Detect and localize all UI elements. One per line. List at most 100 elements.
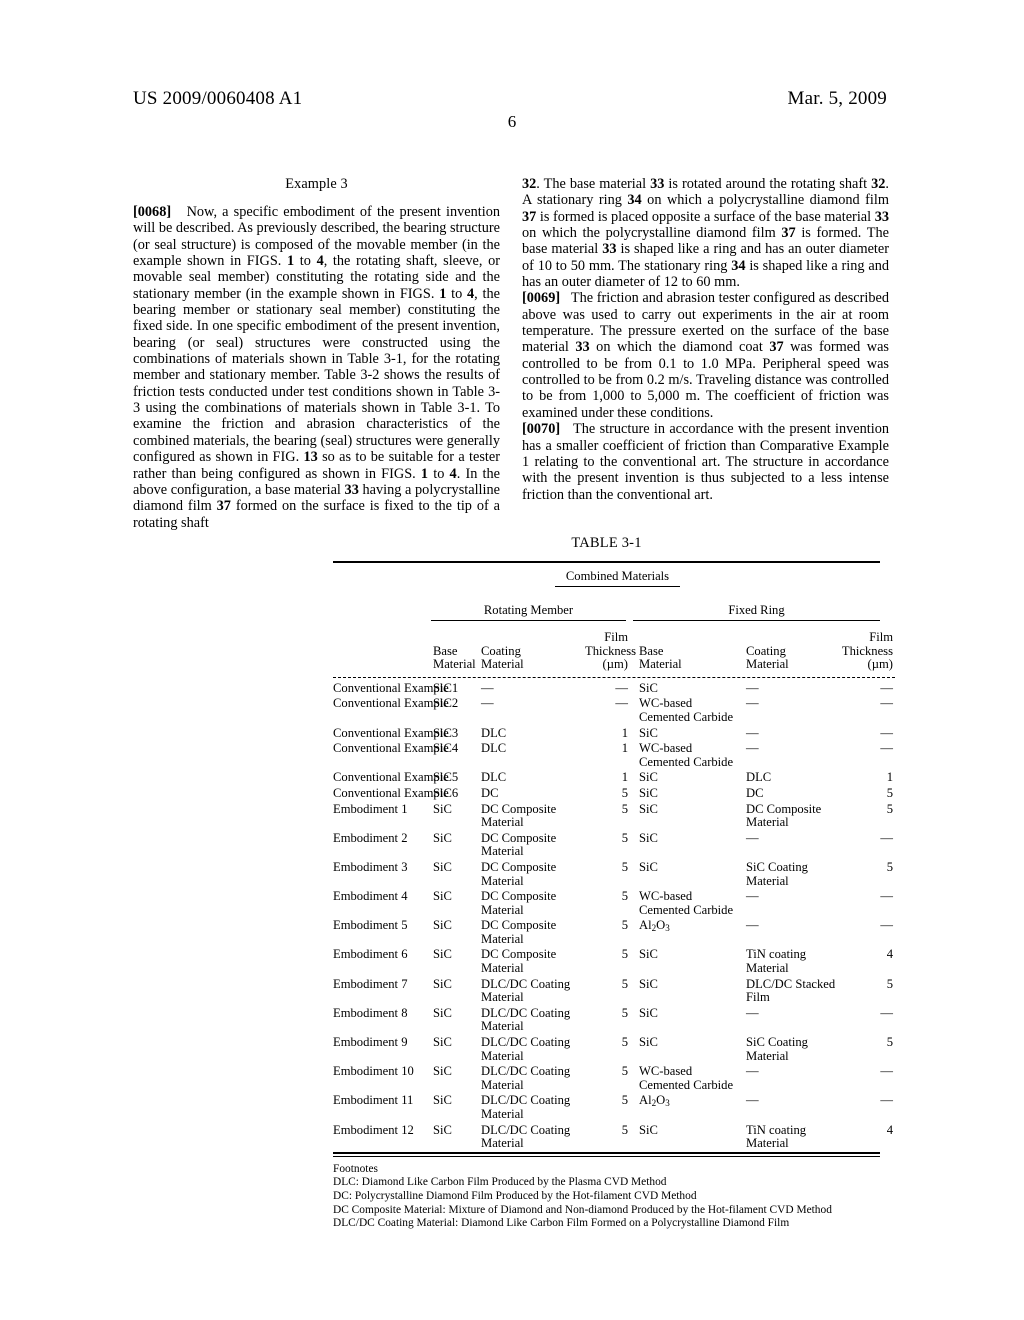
cell-film-thickness-fixed: 4 xyxy=(886,1122,893,1137)
cell-film-thickness-rotating: — xyxy=(615,696,628,711)
footnote-item: DC Composite Material: Mixture of Diamon… xyxy=(333,1203,832,1216)
table-row: Embodiment 7 SiC DLC/DC Coating Material 5 S… xyxy=(333,977,895,1006)
cell-base-material-fixed: SiC xyxy=(639,1035,658,1050)
cell-base-material-fixed: SiC xyxy=(639,801,658,816)
cell-film-thickness-fixed: — xyxy=(880,725,893,740)
table-bottom-rule xyxy=(333,1151,880,1157)
cell-base-material-fixed: SiC xyxy=(639,1005,658,1020)
cell-base-material-fixed: SiC xyxy=(639,859,658,874)
table-row: Embodiment 8 SiC DLC/DC Coating Material 5 S… xyxy=(333,1006,895,1035)
cell-coating-material-rotating: DC Composite Material xyxy=(481,830,557,859)
table-row: Embodiment 11 SiC DLC/DC Coating Material 5… xyxy=(333,1093,895,1122)
cell-base-material-fixed: SiC xyxy=(639,725,658,740)
column-header-base-material-fixed: Base Material xyxy=(637,631,746,676)
cell-coating-material-fixed: — xyxy=(746,830,759,845)
paragraph-text: The friction and abrasion tester configu… xyxy=(522,290,889,421)
cell-coating-material-rotating: DC Composite Material xyxy=(481,947,557,976)
table-row: Conventional Example 4 SiC DLC 1 WC-based Ce… xyxy=(333,741,895,770)
cell-base-material-rotating: SiC xyxy=(433,1005,452,1020)
cell-film-thickness-rotating: 5 xyxy=(621,785,628,800)
column-header-film-thickness-fixed: Film Thickness (µm) xyxy=(841,630,895,676)
publication-date: Mar. 5, 2009 xyxy=(787,88,887,109)
cell-coating-material-rotating: DLC/DC Coating Material xyxy=(481,1035,571,1063)
cell-film-thickness-fixed: — xyxy=(880,1005,893,1020)
cell-base-material-rotating: SiC xyxy=(433,1122,452,1137)
table-row: Conventional Example 3 SiC DLC 1 SiC — — xyxy=(333,726,895,742)
table-footnotes: Footnotes DLC: Diamond Like Carbon Film … xyxy=(333,1163,880,1231)
cell-film-thickness-rotating: 5 xyxy=(621,1064,628,1079)
cell-film-thickness-rotating: 5 xyxy=(621,859,628,874)
cell-film-thickness-rotating: 5 xyxy=(621,947,628,962)
column-header-film-thickness-rotating: Film Thickness (µm) xyxy=(585,630,637,676)
cell-coating-material-fixed: DC xyxy=(746,785,764,800)
cell-coating-material-fixed: TiN coating Material xyxy=(746,947,807,976)
row-label: Embodiment 3 xyxy=(333,859,408,874)
header-line1: Film xyxy=(604,630,628,644)
row-label: Embodiment 12 xyxy=(333,1122,414,1137)
table-caption: TABLE 3-1 xyxy=(571,535,642,551)
cell-film-thickness-rotating: 5 xyxy=(621,889,628,904)
cell-film-thickness-rotating: 1 xyxy=(621,770,628,785)
table-row: Embodiment 5 SiC DC Composite Material 5 Al2… xyxy=(333,918,895,947)
cell-base-material-fixed: WC-based Cemented Carbide xyxy=(639,889,734,917)
cell-coating-material-rotating: DLC/DC Coating Material xyxy=(481,1122,571,1151)
publication-number: US 2009/0060408 A1 xyxy=(133,88,303,109)
cell-coating-material-fixed: — xyxy=(746,1093,759,1108)
cell-coating-material-fixed: DLC xyxy=(746,770,772,785)
cell-base-material-fixed: SiC xyxy=(639,830,658,845)
paragraph-number: [0069] xyxy=(522,290,561,307)
row-label: Embodiment 7 xyxy=(333,976,408,991)
group-label-fixed-ring: Fixed Ring xyxy=(633,603,880,621)
cell-coating-material-fixed: — xyxy=(746,725,759,740)
header-line1: Film xyxy=(869,630,893,644)
group-header-top: Combined Materials xyxy=(333,563,880,597)
page-running-head: US 2009/0060408 A1 Mar. 5, 2009 xyxy=(133,88,887,110)
row-label: Embodiment 1 xyxy=(333,801,408,816)
header-line3: (µm) xyxy=(602,657,628,672)
column-header-base-material-rotating: Base Material xyxy=(433,631,481,676)
cell-base-material-rotating: SiC xyxy=(433,859,452,874)
cell-base-material-fixed: SiC xyxy=(639,680,658,695)
row-label: Conventional Example 4 xyxy=(333,741,459,756)
group-header-second: Rotating Member Fixed Ring xyxy=(333,597,880,631)
cell-base-material-rotating: SiC xyxy=(433,918,452,933)
cell-film-thickness-fixed: — xyxy=(880,696,893,711)
cell-base-material-fixed: WC-based Cemented Carbide xyxy=(639,1064,734,1092)
header-line1: Coating xyxy=(746,643,786,658)
cell-coating-material-fixed: — xyxy=(746,918,759,933)
left-column: Example 3 [0068] Now, a specific embodim… xyxy=(133,176,500,531)
section-heading: Example 3 xyxy=(285,176,348,192)
row-label: Embodiment 5 xyxy=(333,918,408,933)
page-number: 6 xyxy=(507,112,517,131)
row-label: Conventional Example 2 xyxy=(333,696,459,711)
cell-film-thickness-fixed: 5 xyxy=(886,785,893,800)
table-row: Conventional Example 5 SiC DLC 1 SiC DLC 1 xyxy=(333,770,895,786)
cell-film-thickness-fixed: 5 xyxy=(886,1035,893,1050)
cell-coating-material-fixed: — xyxy=(746,1064,759,1079)
table-row: Embodiment 4 SiC DC Composite Material 5 WC-… xyxy=(333,889,895,918)
table-row: Conventional Example 6 SiC DC 5 SiC DC 5 xyxy=(333,786,895,802)
column-header-row-label xyxy=(333,631,433,676)
table-row: Embodiment 9 SiC DLC/DC Coating Material 5 S… xyxy=(333,1035,895,1064)
cell-coating-material-rotating: — xyxy=(481,696,494,711)
paragraph-number: [0068] xyxy=(133,204,172,220)
cell-base-material-fixed: Al2O3 xyxy=(639,1093,670,1109)
cell-base-material-rotating: SiC xyxy=(433,1035,452,1050)
cell-base-material-rotating: SiC xyxy=(433,889,452,904)
cell-coating-material-rotating: DLC xyxy=(481,770,507,785)
cell-coating-material-fixed: SiC Coating Material xyxy=(746,1035,808,1063)
row-label: Conventional Example 5 xyxy=(333,770,459,785)
row-label: Embodiment 6 xyxy=(333,947,408,962)
cell-coating-material-fixed: DC Composite Material xyxy=(746,801,822,830)
table-row: Embodiment 2 SiC DC Composite Material 5 SiC… xyxy=(333,831,895,860)
column-header-coating-material-rotating: Coating Material xyxy=(481,631,585,676)
footnote-item: DC: Polycrystalline Diamond Film Produce… xyxy=(333,1189,697,1202)
paragraph-0068: [0068] Now, a specific embodiment of the… xyxy=(133,204,500,531)
cell-film-thickness-fixed: — xyxy=(880,830,893,845)
cell-film-thickness-rotating: 5 xyxy=(621,801,628,816)
cell-film-thickness-rotating: 1 xyxy=(621,725,628,740)
cell-coating-material-rotating: DLC xyxy=(481,741,507,756)
cell-base-material-fixed: WC-based Cemented Carbide xyxy=(639,741,734,769)
cell-film-thickness-rotating: 5 xyxy=(621,1005,628,1020)
cell-base-material-rotating: SiC xyxy=(433,947,452,962)
